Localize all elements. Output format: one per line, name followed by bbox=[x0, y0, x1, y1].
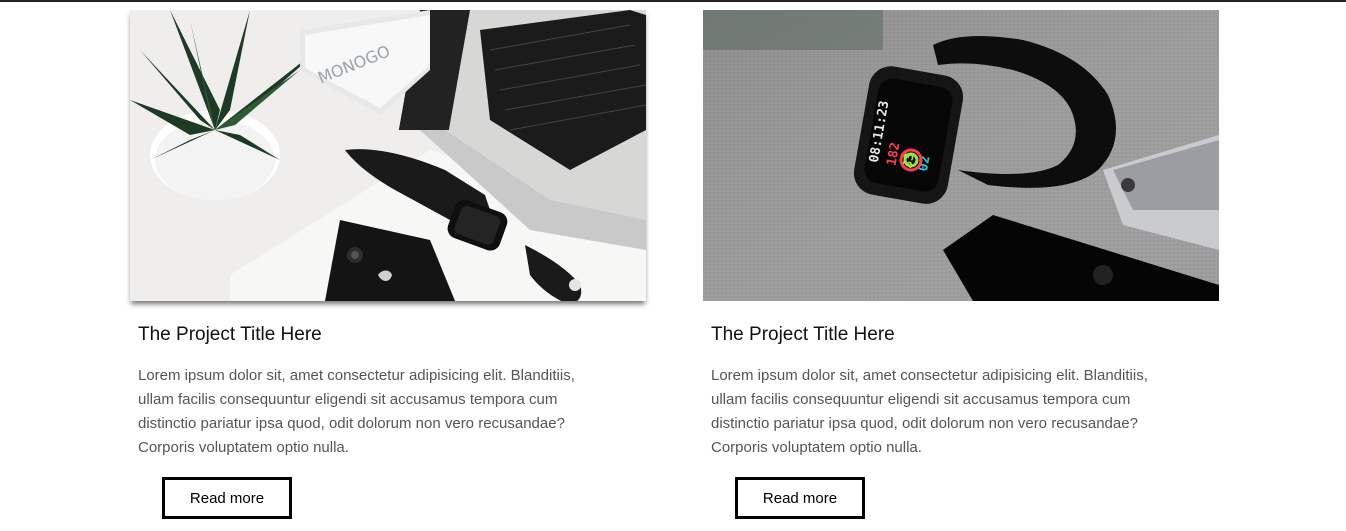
read-more-button[interactable]: Read more bbox=[162, 477, 292, 519]
project-card: MONOGO The Project Title Here Lorem ipsu… bbox=[130, 10, 646, 519]
watch-stat: 02 bbox=[916, 155, 933, 173]
project-image: MONOGO bbox=[130, 10, 646, 301]
project-image: 08:11:23 182 33 02 bbox=[703, 10, 1219, 301]
project-description: Lorem ipsum dolor sit, amet consectetur … bbox=[138, 367, 575, 456]
card-body: The Project Title Here Lorem ipsum dolor… bbox=[703, 323, 1219, 460]
read-more-button[interactable]: Read more bbox=[735, 477, 865, 519]
project-card: 08:11:23 182 33 02 The Project Title Her… bbox=[703, 10, 1219, 519]
top-divider bbox=[0, 0, 1346, 2]
project-description: Lorem ipsum dolor sit, amet consectetur … bbox=[711, 367, 1148, 456]
project-title: The Project Title Here bbox=[138, 324, 322, 345]
card-body: The Project Title Here Lorem ipsum dolor… bbox=[130, 323, 646, 460]
project-title: The Project Title Here bbox=[711, 324, 895, 345]
